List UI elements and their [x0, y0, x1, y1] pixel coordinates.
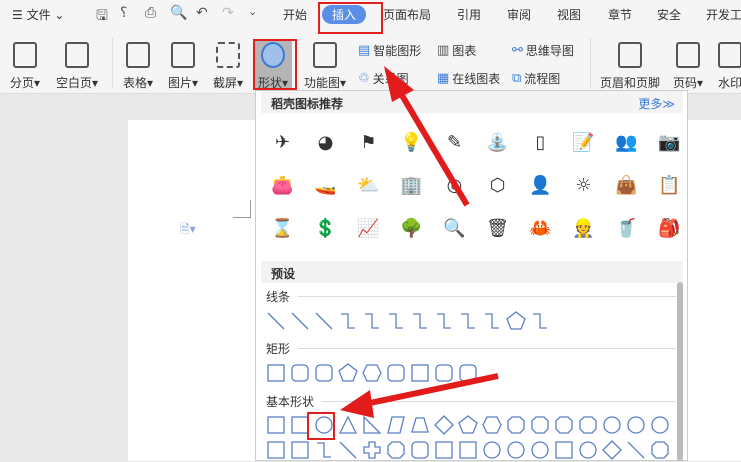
arrowhead — [384, 66, 414, 102]
arrow-to-shapes — [397, 90, 470, 207]
arrowhead — [340, 390, 374, 418]
arrow-to-circle — [364, 373, 499, 407]
annotation-arrows — [340, 66, 499, 418]
